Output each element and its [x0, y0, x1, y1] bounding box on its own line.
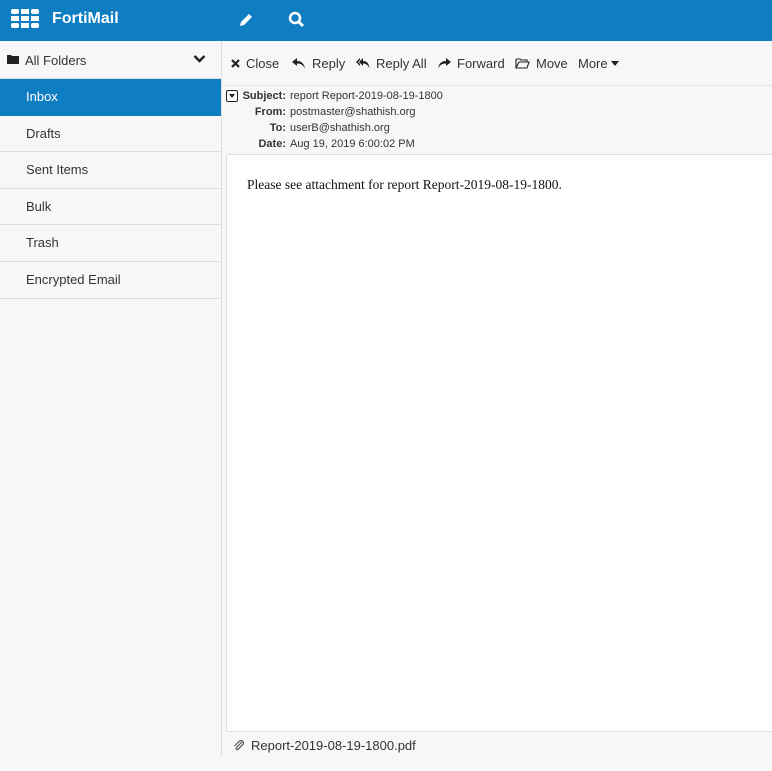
top-bar: FortiMail [0, 0, 772, 41]
move-label: Move [536, 56, 568, 71]
search-icon[interactable] [285, 9, 307, 31]
reply-button[interactable]: Reply [292, 56, 345, 71]
folder-bulk[interactable]: Bulk [0, 189, 221, 226]
message-body-text: Please see attachment for report Report-… [247, 177, 562, 192]
reply-icon [292, 58, 305, 69]
date-label: Date: [258, 138, 286, 150]
all-folders-label: All Folders [25, 53, 87, 68]
to-label: To: [269, 122, 286, 134]
folder-drafts[interactable]: Drafts [0, 116, 221, 153]
attachment-name: Report-2019-08-19-1800.pdf [251, 738, 416, 753]
caret-down-icon [610, 61, 619, 66]
reply-all-icon [356, 58, 370, 69]
subject-label: Subject: [242, 90, 286, 102]
subject-value: report Report-2019-08-19-1800 [290, 90, 443, 102]
forward-icon [438, 58, 451, 69]
folder-sent-items[interactable]: Sent Items [0, 152, 221, 189]
more-dropdown[interactable]: More [578, 56, 619, 71]
message-toolbar: Close Reply Reply All Forward Move More [222, 41, 772, 86]
paperclip-icon [234, 740, 244, 751]
folder-trash[interactable]: Trash [0, 225, 221, 262]
from-label: From: [254, 106, 286, 118]
close-button[interactable]: Close [231, 56, 279, 71]
forward-label: Forward [457, 56, 505, 71]
to-value: userB@shathish.org [290, 122, 390, 134]
close-icon [231, 59, 240, 68]
move-button[interactable]: Move [515, 56, 568, 71]
folder-icon [7, 55, 19, 64]
fortinet-logo-icon [11, 9, 39, 28]
folder-open-icon [515, 58, 530, 69]
compose-pencil-icon[interactable] [235, 9, 257, 31]
folder-inbox[interactable]: Inbox [0, 79, 221, 116]
reply-label: Reply [312, 56, 346, 71]
from-value: postmaster@shathish.org [290, 106, 416, 118]
app-title: FortiMail [52, 10, 119, 27]
message-body: Please see attachment for report Report-… [226, 154, 772, 732]
forward-button[interactable]: Forward [437, 56, 505, 71]
reply-all-button[interactable]: Reply All [356, 56, 427, 71]
reply-all-label: Reply All [376, 56, 427, 71]
attachment-link[interactable]: Report-2019-08-19-1800.pdf [233, 738, 416, 753]
collapse-header-icon[interactable] [226, 90, 238, 102]
message-header: Subject: report Report-2019-08-19-1800 Fr… [226, 88, 443, 152]
folder-sidebar: All Folders Inbox Drafts Sent Items Bulk… [0, 41, 222, 756]
folder-encrypted-email[interactable]: Encrypted Email [0, 262, 221, 299]
chevron-down-icon[interactable] [193, 54, 206, 64]
close-label: Close [246, 56, 280, 71]
more-label: More [578, 56, 608, 71]
all-folders-header[interactable]: All Folders [0, 41, 221, 79]
date-value: Aug 19, 2019 6:00:02 PM [290, 138, 415, 150]
